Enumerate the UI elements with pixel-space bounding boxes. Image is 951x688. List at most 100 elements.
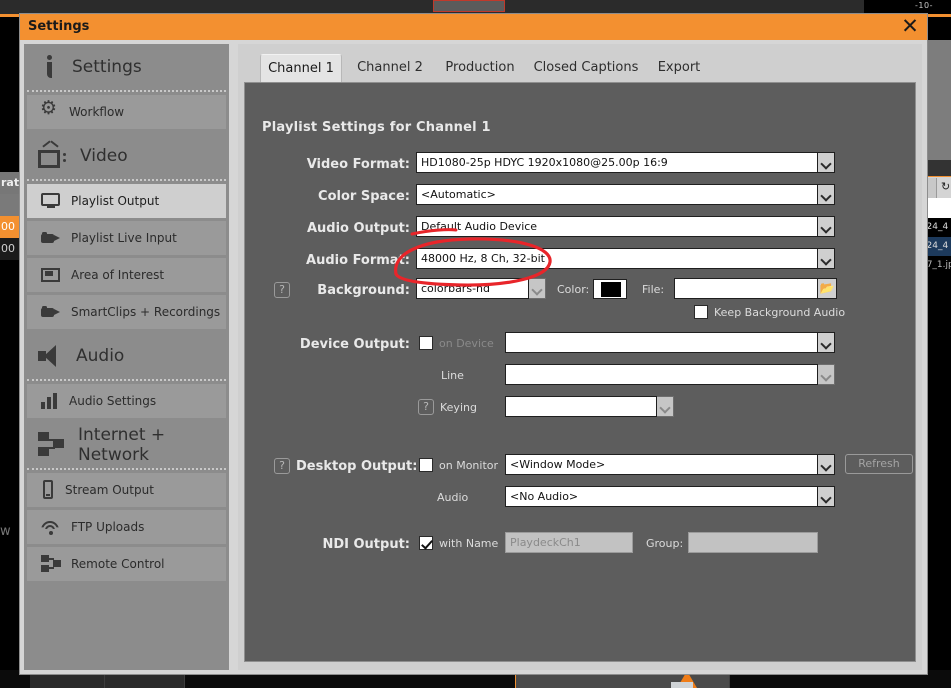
- desktop-audio-dropdown-icon[interactable]: [818, 486, 835, 507]
- speaker-icon: [38, 345, 64, 367]
- background-color-swatch[interactable]: [593, 279, 627, 299]
- sidebar-item-label: Remote Control: [71, 557, 165, 571]
- sidebar-item-smartclips-recordings[interactable]: SmartClips + Recordings: [27, 295, 226, 329]
- sidebar-divider: [27, 179, 226, 181]
- desktop-audio-label: Audio: [437, 491, 469, 504]
- sidebar-group-label: Audio: [76, 346, 125, 366]
- sidebar: Settings Workflow Video Playlist Output: [24, 44, 229, 670]
- sidebar-item-playlist-live-input[interactable]: Playlist Live Input: [27, 221, 226, 255]
- ndi-group-label: Group:: [646, 537, 684, 550]
- sidebar-group-internet-network: Internet + Network: [24, 422, 229, 468]
- sidebar-item-label: SmartClips + Recordings: [71, 305, 221, 319]
- sidebar-item-label: Area of Interest: [71, 268, 165, 282]
- sidebar-divider: [27, 90, 226, 92]
- line-label: Line: [441, 369, 464, 382]
- audio-output-dropdown-icon[interactable]: [818, 216, 835, 237]
- on-device-checkbox[interactable]: [419, 336, 433, 350]
- tab-export[interactable]: Export: [648, 54, 710, 82]
- desktop-audio-field[interactable]: <No Audio>: [505, 486, 818, 507]
- sidebar-group-audio: Audio: [24, 333, 229, 379]
- sidebar-item-label: FTP Uploads: [71, 520, 145, 534]
- panel-heading: Playlist Settings for Channel 1: [262, 120, 491, 135]
- audio-output-label: Audio Output:: [306, 221, 410, 236]
- keying-help-icon[interactable]: ?: [418, 399, 434, 415]
- window-title-bar: Settings ✕: [20, 14, 927, 40]
- device-output-field[interactable]: [505, 332, 818, 353]
- sidebar-item-remote-control[interactable]: Remote Control: [27, 547, 226, 581]
- keying-dropdown-icon[interactable]: [657, 396, 674, 417]
- sidebar-group-video: Video: [24, 133, 229, 179]
- background-dropdown-icon[interactable]: [529, 278, 546, 299]
- monitor-mode-dropdown-icon[interactable]: [818, 454, 835, 475]
- sidebar-item-area-of-interest[interactable]: Area of Interest: [27, 258, 226, 292]
- bg-highlighted-box: [433, 0, 505, 12]
- line-field[interactable]: [505, 364, 818, 385]
- audio-output-field[interactable]: Default Audio Device: [416, 216, 818, 237]
- line-dropdown-icon[interactable]: [818, 364, 835, 385]
- sidebar-group-label: Internet + Network: [78, 425, 166, 465]
- folder-open-icon[interactable]: 📂: [818, 278, 837, 299]
- camcorder-icon: [41, 231, 61, 245]
- tab-channel-1[interactable]: Channel 1: [260, 54, 342, 82]
- background-file-field[interactable]: [674, 278, 818, 299]
- sidebar-item-audio-settings[interactable]: Audio Settings: [27, 384, 226, 418]
- ndi-output-label: NDI Output:: [322, 537, 410, 552]
- audio-format-label: Audio Format:: [306, 253, 410, 268]
- bg-left-strip-glyph: w: [0, 524, 11, 539]
- tab-channel-2[interactable]: Channel 2: [350, 54, 430, 82]
- desktop-output-label: Desktop Output:: [296, 459, 418, 474]
- sidebar-group-label: Settings: [72, 57, 142, 77]
- gear-icon: [40, 97, 59, 121]
- sidebar-group-settings: Settings: [24, 44, 229, 90]
- sidebar-item-playlist-output[interactable]: Playlist Output: [27, 184, 226, 218]
- background-file-label: File:: [642, 283, 665, 296]
- info-icon: [38, 55, 60, 79]
- tv-icon: [38, 140, 68, 169]
- sidebar-item-workflow[interactable]: Workflow: [27, 95, 226, 129]
- sidebar-divider: [27, 379, 226, 381]
- window-title: Settings: [28, 19, 90, 34]
- background-label: Background:: [317, 283, 410, 298]
- sidebar-item-label: Workflow: [69, 105, 125, 119]
- on-monitor-label: on Monitor: [439, 459, 499, 472]
- desktop-output-help-icon[interactable]: ?: [274, 458, 290, 474]
- keep-background-audio-checkbox[interactable]: [694, 305, 708, 319]
- bg-timeline-tick-label: -10-: [915, 1, 933, 10]
- color-swatch-fill: [601, 282, 621, 297]
- monitor-mode-field[interactable]: <Window Mode>: [505, 454, 818, 475]
- sidebar-item-label: Stream Output: [65, 483, 154, 497]
- device-output-dropdown-icon[interactable]: [818, 332, 835, 353]
- color-space-dropdown-icon[interactable]: [818, 184, 835, 205]
- sidebar-item-label: Playlist Output: [71, 194, 160, 208]
- video-format-dropdown-icon[interactable]: [818, 152, 835, 173]
- keep-background-audio-label: Keep Background Audio: [714, 306, 846, 319]
- color-space-field[interactable]: <Automatic>: [416, 184, 818, 205]
- audio-format-field[interactable]: 48000 Hz, 8 Ch, 32-bit: [416, 248, 818, 269]
- audio-format-dropdown-icon[interactable]: [818, 248, 835, 269]
- ndi-name-field[interactable]: PlaydeckCh1: [505, 532, 633, 553]
- video-format-field[interactable]: HD1080-25p HDYC 1920x1080@25.00p 16:9: [416, 152, 818, 173]
- content-area: Channel 1 Channel 2 Production Closed Ca…: [238, 44, 922, 670]
- background-field[interactable]: colorbars-hd: [416, 278, 529, 299]
- sidebar-divider: [27, 468, 226, 470]
- monitor-icon: [41, 193, 61, 209]
- close-icon[interactable]: ✕: [899, 16, 921, 37]
- background-help-icon[interactable]: ?: [274, 282, 290, 298]
- area-of-interest-icon: [41, 267, 61, 283]
- on-monitor-checkbox[interactable]: [419, 458, 433, 472]
- refresh-button[interactable]: Refresh: [845, 454, 913, 474]
- tab-closed-captions[interactable]: Closed Captions: [530, 54, 642, 82]
- remote-control-icon: [41, 555, 61, 573]
- ndi-with-name-checkbox[interactable]: [419, 536, 433, 550]
- keying-field[interactable]: [505, 396, 657, 417]
- network-icon: [38, 432, 66, 458]
- ndi-group-field[interactable]: [688, 532, 818, 553]
- tab-production[interactable]: Production: [436, 54, 524, 82]
- bar-levels-icon: [41, 393, 59, 409]
- sidebar-item-stream-output[interactable]: Stream Output: [27, 473, 226, 507]
- sidebar-item-ftp-uploads[interactable]: FTP Uploads: [27, 510, 226, 544]
- bg-left-strip-row: [0, 194, 20, 216]
- sidebar-group-label: Video: [80, 146, 128, 166]
- tab-bar: Channel 1 Channel 2 Production Closed Ca…: [238, 54, 922, 82]
- bg-refresh-icon: ↻: [941, 180, 951, 193]
